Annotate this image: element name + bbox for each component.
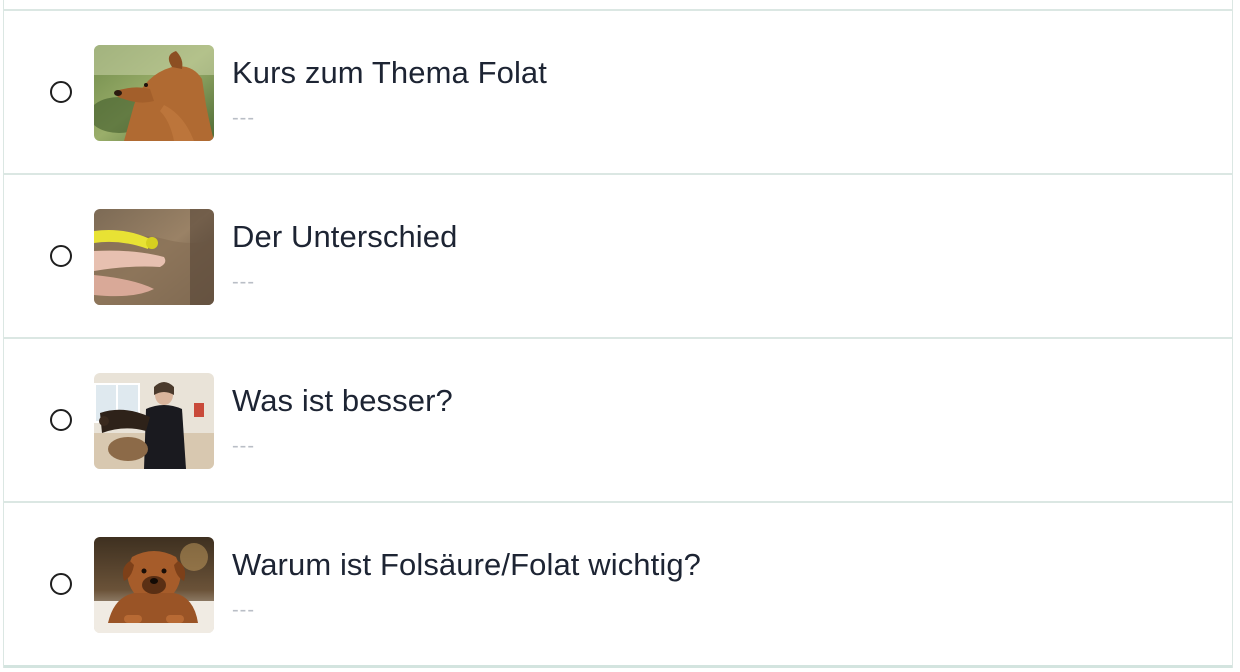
lesson-radio-button[interactable] xyxy=(50,409,72,431)
lesson-item[interactable]: Warum ist Folsäure/Folat wichtig? --- xyxy=(4,503,1232,668)
lesson-item[interactable]: Der Unterschied --- xyxy=(4,175,1232,339)
dog-portrait-thumbnail[interactable] xyxy=(94,45,214,141)
lesson-radio-button[interactable] xyxy=(50,81,72,103)
lesson-item[interactable]: Kurs zum Thema Folat --- xyxy=(4,11,1232,175)
lesson-title[interactable]: Kurs zum Thema Folat xyxy=(232,55,547,91)
lesson-list: Kurs zum Thema Folat --- Der Unterschied… xyxy=(3,9,1233,668)
lesson-radio-button[interactable] xyxy=(50,245,72,267)
lesson-title[interactable]: Warum ist Folsäure/Folat wichtig? xyxy=(232,547,701,583)
lesson-subtitle: --- xyxy=(232,435,255,457)
lesson-item[interactable]: Was ist besser? --- xyxy=(4,339,1232,503)
lesson-radio-button[interactable] xyxy=(50,573,72,595)
lesson-subtitle: --- xyxy=(232,107,255,129)
lesson-title[interactable]: Der Unterschied xyxy=(232,219,457,255)
dog-collar-closeup-thumbnail[interactable] xyxy=(94,209,214,305)
woman-with-dogs-thumbnail[interactable] xyxy=(94,373,214,469)
lesson-title[interactable]: Was ist besser? xyxy=(232,383,453,419)
puppy-lying-thumbnail[interactable] xyxy=(94,537,214,633)
lesson-subtitle: --- xyxy=(232,271,255,293)
list-top-border xyxy=(3,0,1233,9)
lesson-subtitle: --- xyxy=(232,599,255,621)
